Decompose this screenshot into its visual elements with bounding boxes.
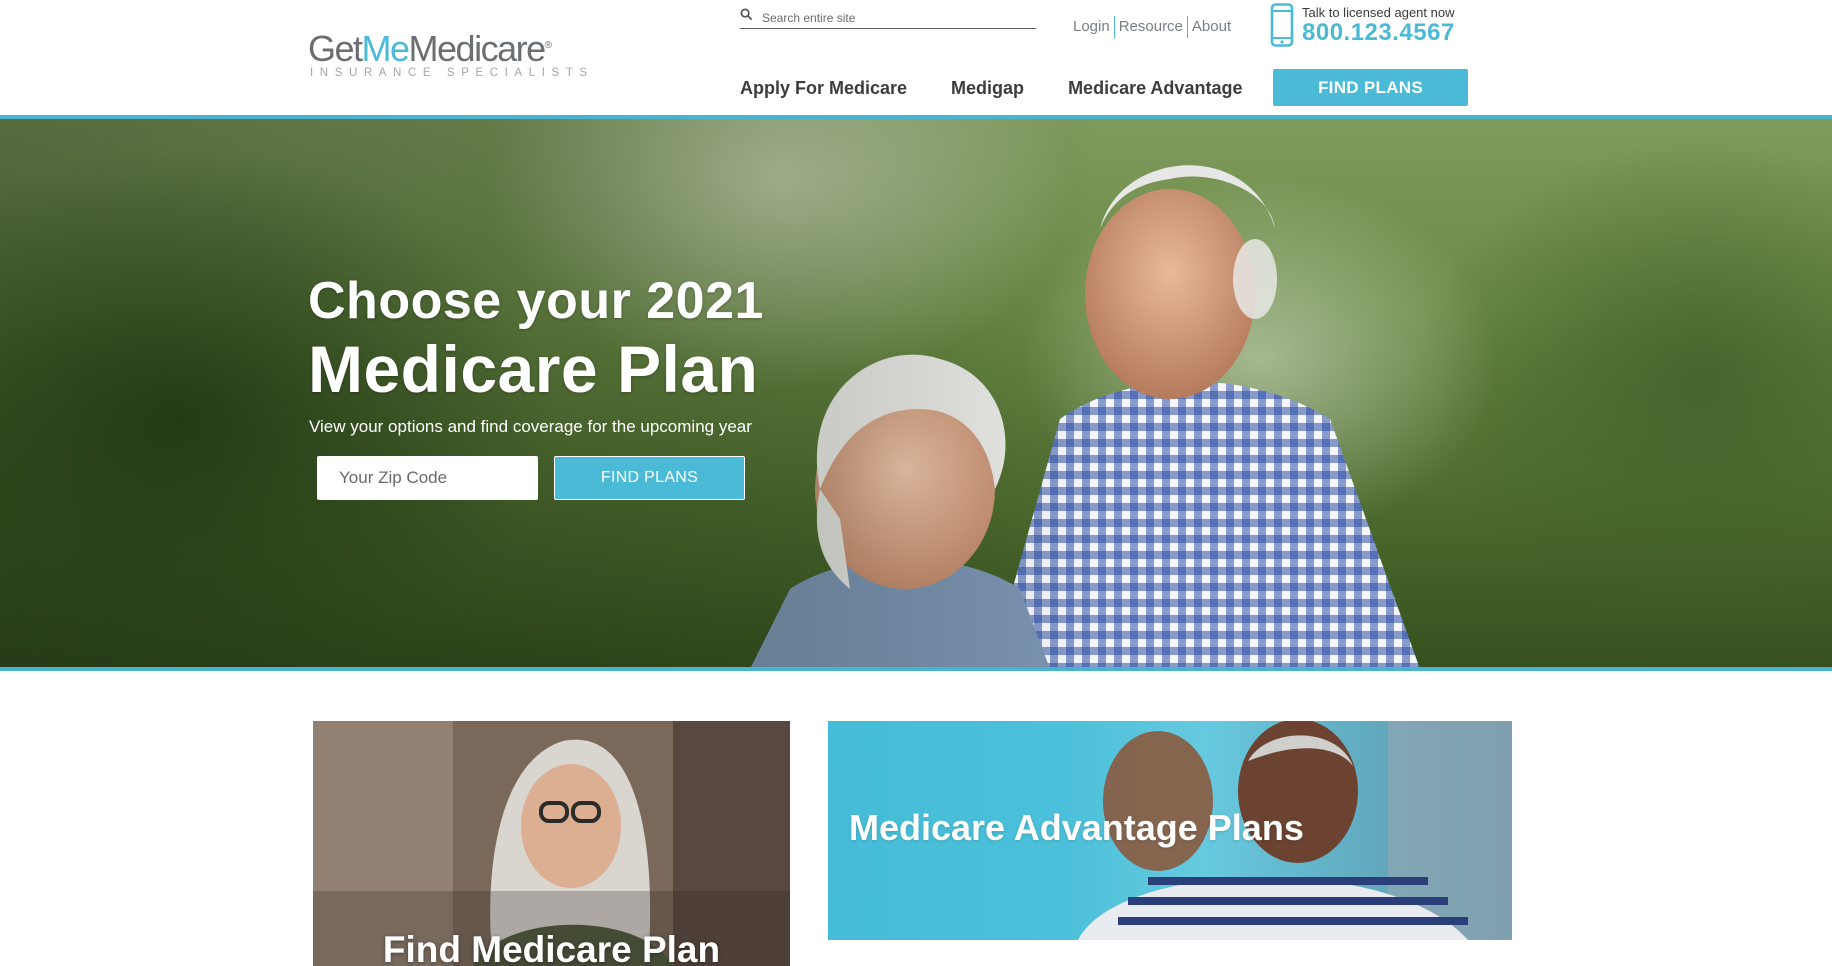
main-nav: Apply For Medicare Medigap Medicare Adva…	[740, 70, 1286, 106]
logo-tagline: INSURANCE SPECIALISTS	[310, 67, 594, 79]
search-input[interactable]	[762, 8, 1032, 28]
zip-code-input[interactable]	[317, 456, 538, 500]
logo-word-medicare: Medicare	[408, 28, 547, 69]
find-medicare-plan-card[interactable]: Find Medicare Plan	[313, 721, 790, 966]
nav-item-medicare-advantage[interactable]: Medicare Advantage	[1068, 78, 1242, 99]
hero-title-line1: Choose your 2021	[308, 272, 764, 330]
logo-word-get: Get	[308, 28, 363, 69]
hero-banner: Choose your 2021 Medicare Plan View your…	[0, 119, 1832, 669]
logo-word-me: Me	[361, 28, 411, 69]
card-title-medicare-advantage: Medicare Advantage Plans	[849, 807, 1304, 848]
hero-overlay	[0, 119, 1832, 669]
nav-item-apply-for-medicare[interactable]: Apply For Medicare	[740, 78, 907, 99]
hero-title-line2: Medicare Plan	[308, 332, 759, 406]
utility-links: Login Resource About	[1069, 16, 1235, 38]
phone-icon	[1270, 3, 1294, 47]
medicare-advantage-plans-card[interactable]: Medicare Advantage Plans	[828, 721, 1512, 940]
hero-subtitle: View your options and find coverage for …	[309, 417, 752, 436]
hero-find-plans-button[interactable]: FIND PLANS	[554, 456, 745, 500]
card-title-find-medicare-plan: Find Medicare Plan	[382, 929, 721, 966]
nav-find-plans-button[interactable]: FIND PLANS	[1273, 69, 1468, 106]
search-icon[interactable]	[740, 8, 753, 21]
hero-divider	[0, 667, 1832, 671]
nav-item-medigap[interactable]: Medigap	[951, 78, 1024, 99]
contact-caption: Talk to licensed agent now	[1302, 5, 1455, 20]
phone-number-link[interactable]: 800.123.4567	[1302, 20, 1455, 46]
resource-link[interactable]: Resource	[1115, 16, 1187, 38]
registered-mark: ®	[544, 40, 552, 51]
logo-wordmark: GetMeMedicare®	[308, 26, 594, 69]
login-link[interactable]: Login	[1069, 16, 1114, 38]
site-search	[740, 8, 1036, 29]
site-header: GetMeMedicare® INSURANCE SPECIALISTS Log…	[0, 0, 1832, 119]
contact-text: Talk to licensed agent now 800.123.4567	[1302, 6, 1455, 46]
site-logo[interactable]: GetMeMedicare® INSURANCE SPECIALISTS	[308, 26, 594, 80]
about-link[interactable]: About	[1188, 16, 1235, 38]
